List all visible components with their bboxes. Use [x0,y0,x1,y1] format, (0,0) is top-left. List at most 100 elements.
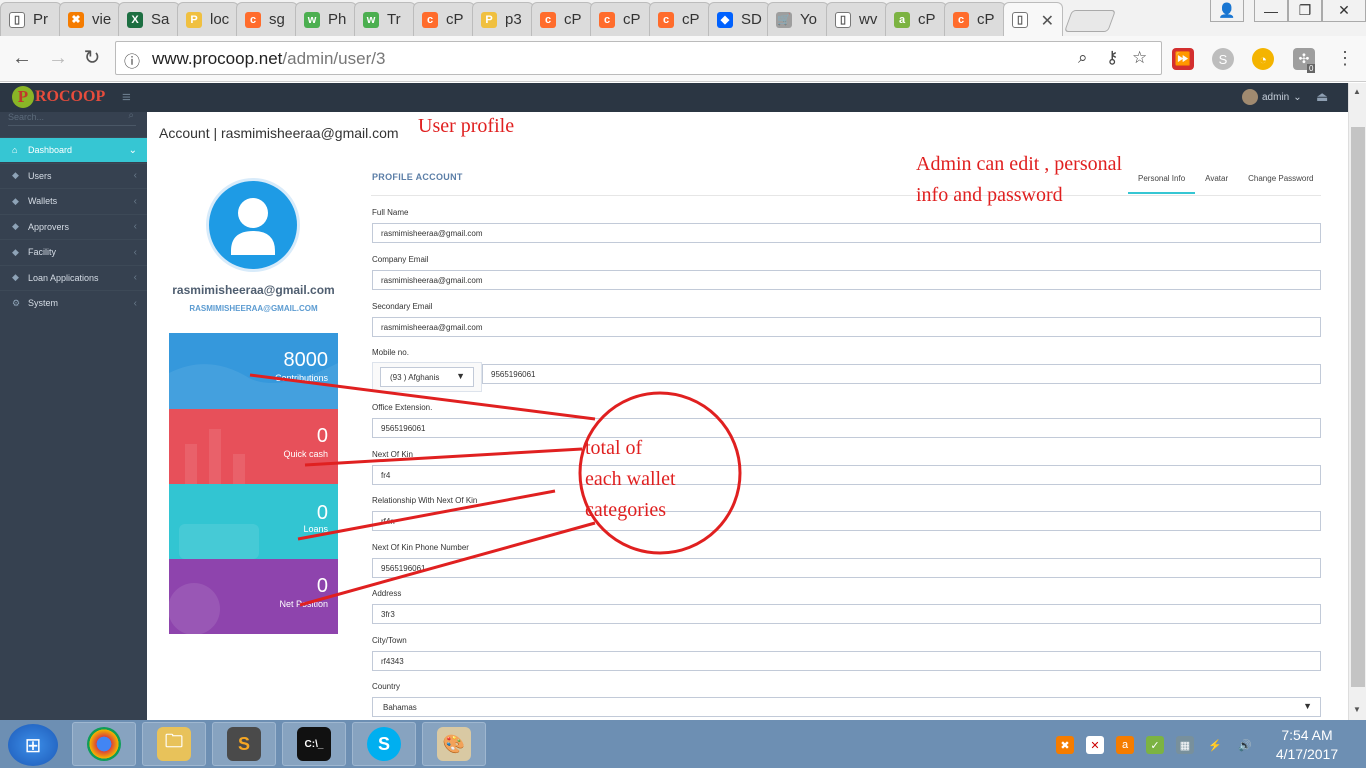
menu-icon[interactable]: ⋮ [1333,46,1357,70]
stat-tile-quick-cash[interactable]: 0 Quick cash [169,409,338,484]
admin-menu[interactable]: admin ⌄ [1242,89,1302,105]
scroll-down-icon[interactable]: ▼ [1353,705,1361,714]
browser-tab[interactable]: X Sa [118,2,180,36]
browser-tab[interactable]: c cP [531,2,593,36]
network-error-tray-icon[interactable]: ✕ [1086,736,1104,754]
key-icon[interactable]: ⚷ [1106,48,1118,68]
kin-relationship-input[interactable]: rf4rr [372,511,1321,531]
company-email-input[interactable]: rasmimisheeraa@gmail.com [372,270,1321,290]
sidebar-item-facility[interactable]: ◆ Facility ‹ [0,239,147,264]
volume-tray-icon[interactable]: 🔊 [1236,736,1254,754]
browser-tab[interactable]: Pp3 [472,2,534,36]
address-input[interactable]: 3fr3 [372,604,1321,624]
browser-tab[interactable]: Ploc [177,2,239,36]
close-window-button[interactable]: ✕ [1322,0,1366,22]
sidebar-item-loan-applications[interactable]: ◆ Loan Applications ‹ [0,264,147,290]
stat-label: Loans [303,524,328,534]
logout-icon[interactable]: ⏏ [1316,89,1328,105]
hamburger-icon[interactable]: ≡ [122,89,131,106]
browser-tab[interactable]: c cP [590,2,652,36]
power-tray-icon[interactable]: ⚡ [1206,736,1224,754]
avatar [1242,89,1258,105]
star-icon[interactable]: ☆ [1132,48,1147,68]
avast-tray-icon[interactable]: a [1116,736,1134,754]
browser-tab[interactable]: a cP [885,2,947,36]
browser-tab[interactable]: ◆ SD [708,2,770,36]
windows-taskbar: ⊞ 🗀 S C:\_ S 🎨 ✖ ✕ a ✓ ▦ ⚡ 🔊 7:54 AM 4/1… [0,720,1366,768]
taskbar-skype[interactable]: S [352,722,416,766]
taskbar-paint[interactable]: 🎨 [422,722,486,766]
logo[interactable]: P ROCOOP [12,86,105,108]
sidebar-item-approvers[interactable]: ◆ Approvers ‹ [0,213,147,239]
secondary-email-label: Secondary Email [372,302,433,311]
kin-phone-input[interactable]: 9565196061 [372,558,1321,578]
secondary-email-input[interactable]: rasmimisheeraa@gmail.com [372,317,1321,337]
green-w3-icon: w [304,11,320,28]
browser-tab[interactable]: w Ph [295,2,357,36]
taskbar-cmd[interactable]: C:\_ [282,722,346,766]
office-ext-input[interactable]: 9565196061 [372,418,1321,438]
mobile-input[interactable]: 9565196061 [482,364,1321,384]
profile-icon[interactable]: 👤 [1210,0,1244,22]
minimize-button[interactable]: — [1254,0,1288,22]
clock-date: 4/17/2017 [1275,746,1339,762]
country-select[interactable]: Bahamas ▼ [372,697,1321,717]
browser-tab[interactable]: c sg [236,2,298,36]
page-scrollbar[interactable]: ▲ ▼ [1348,83,1366,720]
cpanel-icon: c [245,11,261,28]
security-tray-icon[interactable]: ✓ [1146,736,1164,754]
active-browser-tab[interactable]: ▯ ✕ [1003,2,1063,36]
bar-chart-icon [185,429,245,484]
speed-extension-icon[interactable]: ◔ [1252,48,1274,70]
tab-label: cP [564,11,582,28]
search-icon[interactable]: ⌕ [128,110,134,121]
sidebar-search-input[interactable]: Search... ⌕ [8,110,136,126]
tab-avatar[interactable]: Avatar [1195,168,1238,194]
country-code-select[interactable]: (93 ) Afghanis ▼ [380,367,474,387]
close-tab-icon[interactable]: ✕ [1041,11,1054,31]
scrollbar-thumb[interactable] [1351,127,1365,687]
sidebar-item-dashboard[interactable]: ⌂ Dashboard ⌄ [0,137,147,162]
tab-label: cP [918,11,936,28]
back-button[interactable]: ← [10,46,34,70]
reload-button[interactable]: ↻ [80,46,104,70]
info-icon[interactable]: ⓘ [124,48,140,72]
full-name-input[interactable]: rasmimisheeraa@gmail.com [372,223,1321,243]
sidebar-item-wallets[interactable]: ◆ Wallets ‹ [0,188,147,213]
browser-tab[interactable]: ▯ wv [826,2,888,36]
maximize-button[interactable]: ❐ [1288,0,1322,22]
taskbar-clock[interactable]: 7:54 AM 4/17/2017 [1272,726,1342,764]
xampp-tray-icon[interactable]: ✖ [1056,736,1074,754]
stat-tile-loans[interactable]: 0 Loans [169,484,338,559]
taskbar-sublime[interactable]: S [212,722,276,766]
zoom-icon[interactable]: ⌕ [1078,48,1088,68]
browser-tab[interactable]: ✖ vie [59,2,121,36]
browser-tab[interactable]: ▯ Pr [0,2,62,36]
forward-button[interactable]: → [46,46,70,70]
browser-tab[interactable]: 🛒 Yo [767,2,829,36]
tab-change-password[interactable]: Change Password [1238,168,1323,194]
fastforward-extension-icon[interactable]: ⏩ [1172,48,1194,70]
taskbar-explorer[interactable]: 🗀 [142,722,206,766]
city-input[interactable]: rf4343 [372,651,1321,671]
address-bar[interactable]: ⓘ www.procoop.net/admin/user/3 ⌕ ⚷ ☆ [115,41,1162,75]
url-text[interactable]: www.procoop.net/admin/user/3 [152,49,385,69]
stat-tile-contributions[interactable]: 8000 Contributions [169,333,338,409]
skype-extension-icon[interactable]: S [1212,48,1234,70]
stat-tile-net-position[interactable]: 0 Net Position [169,559,338,634]
start-button[interactable]: ⊞ [8,724,58,766]
browser-tab[interactable]: c cP [413,2,475,36]
network-tray-icon[interactable]: ▦ [1176,736,1194,754]
new-tab-button[interactable] [1063,10,1117,32]
sidebar-item-users[interactable]: ◆ Users ‹ [0,162,147,188]
taskbar-chrome[interactable] [72,722,136,766]
tab-personal-info[interactable]: Personal Info [1128,168,1196,194]
browser-tab[interactable]: c cP [944,2,1006,36]
sidebar-item-system[interactable]: ⚙ System ‹ [0,290,147,315]
cpanel-icon: c [658,11,674,28]
scroll-up-icon[interactable]: ▲ [1353,87,1361,96]
browser-tab[interactable]: c cP [649,2,711,36]
tab-label: cP [682,11,700,28]
browser-tab[interactable]: w Tr [354,2,416,36]
kin-input[interactable]: fr4 [372,465,1321,485]
